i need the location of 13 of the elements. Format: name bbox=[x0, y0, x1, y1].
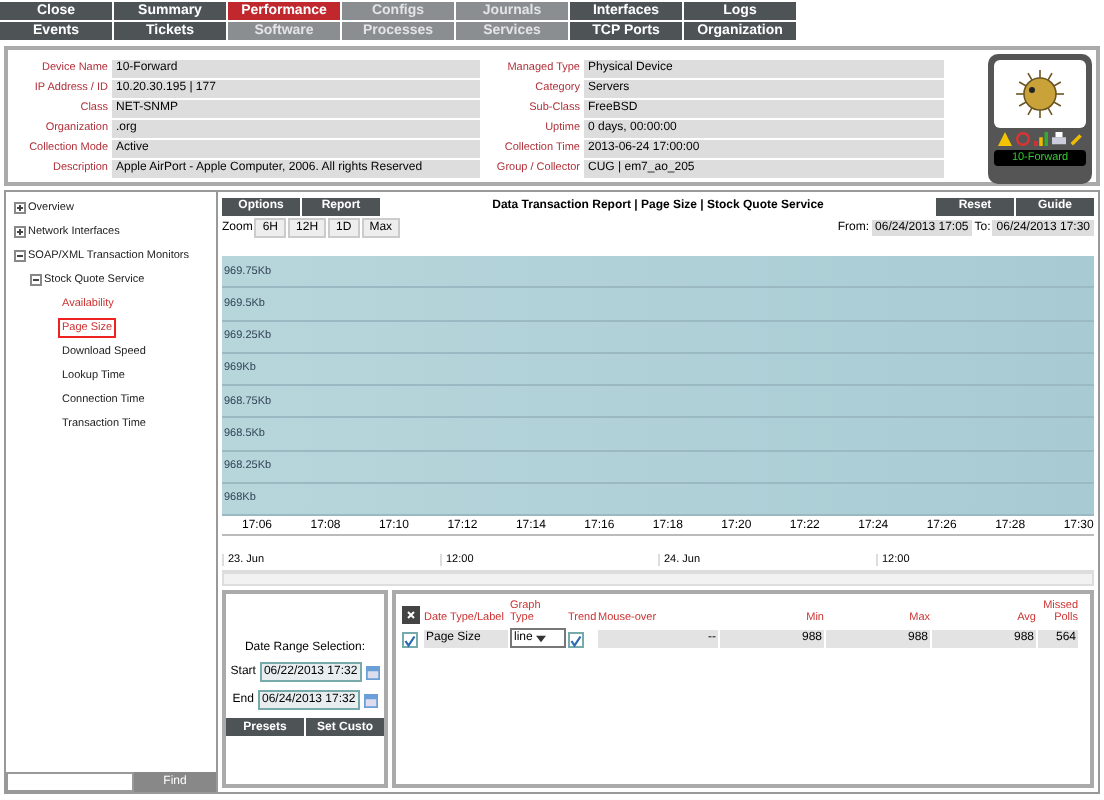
close-icon[interactable] bbox=[402, 606, 420, 624]
find-field[interactable] bbox=[6, 772, 134, 792]
expand-icon[interactable] bbox=[14, 226, 26, 238]
collapse-icon[interactable] bbox=[14, 250, 26, 262]
printer-icon[interactable] bbox=[1051, 132, 1065, 146]
dropdown-caret-icon bbox=[536, 633, 547, 643]
checkbox[interactable] bbox=[568, 632, 584, 648]
checkbox[interactable] bbox=[402, 632, 418, 648]
collapse-icon[interactable] bbox=[30, 274, 42, 286]
warning-icon[interactable] bbox=[997, 132, 1011, 146]
bar-chart-icon[interactable] bbox=[1033, 132, 1047, 146]
scrollbar[interactable] bbox=[222, 572, 1094, 586]
expand-icon[interactable] bbox=[14, 202, 26, 214]
